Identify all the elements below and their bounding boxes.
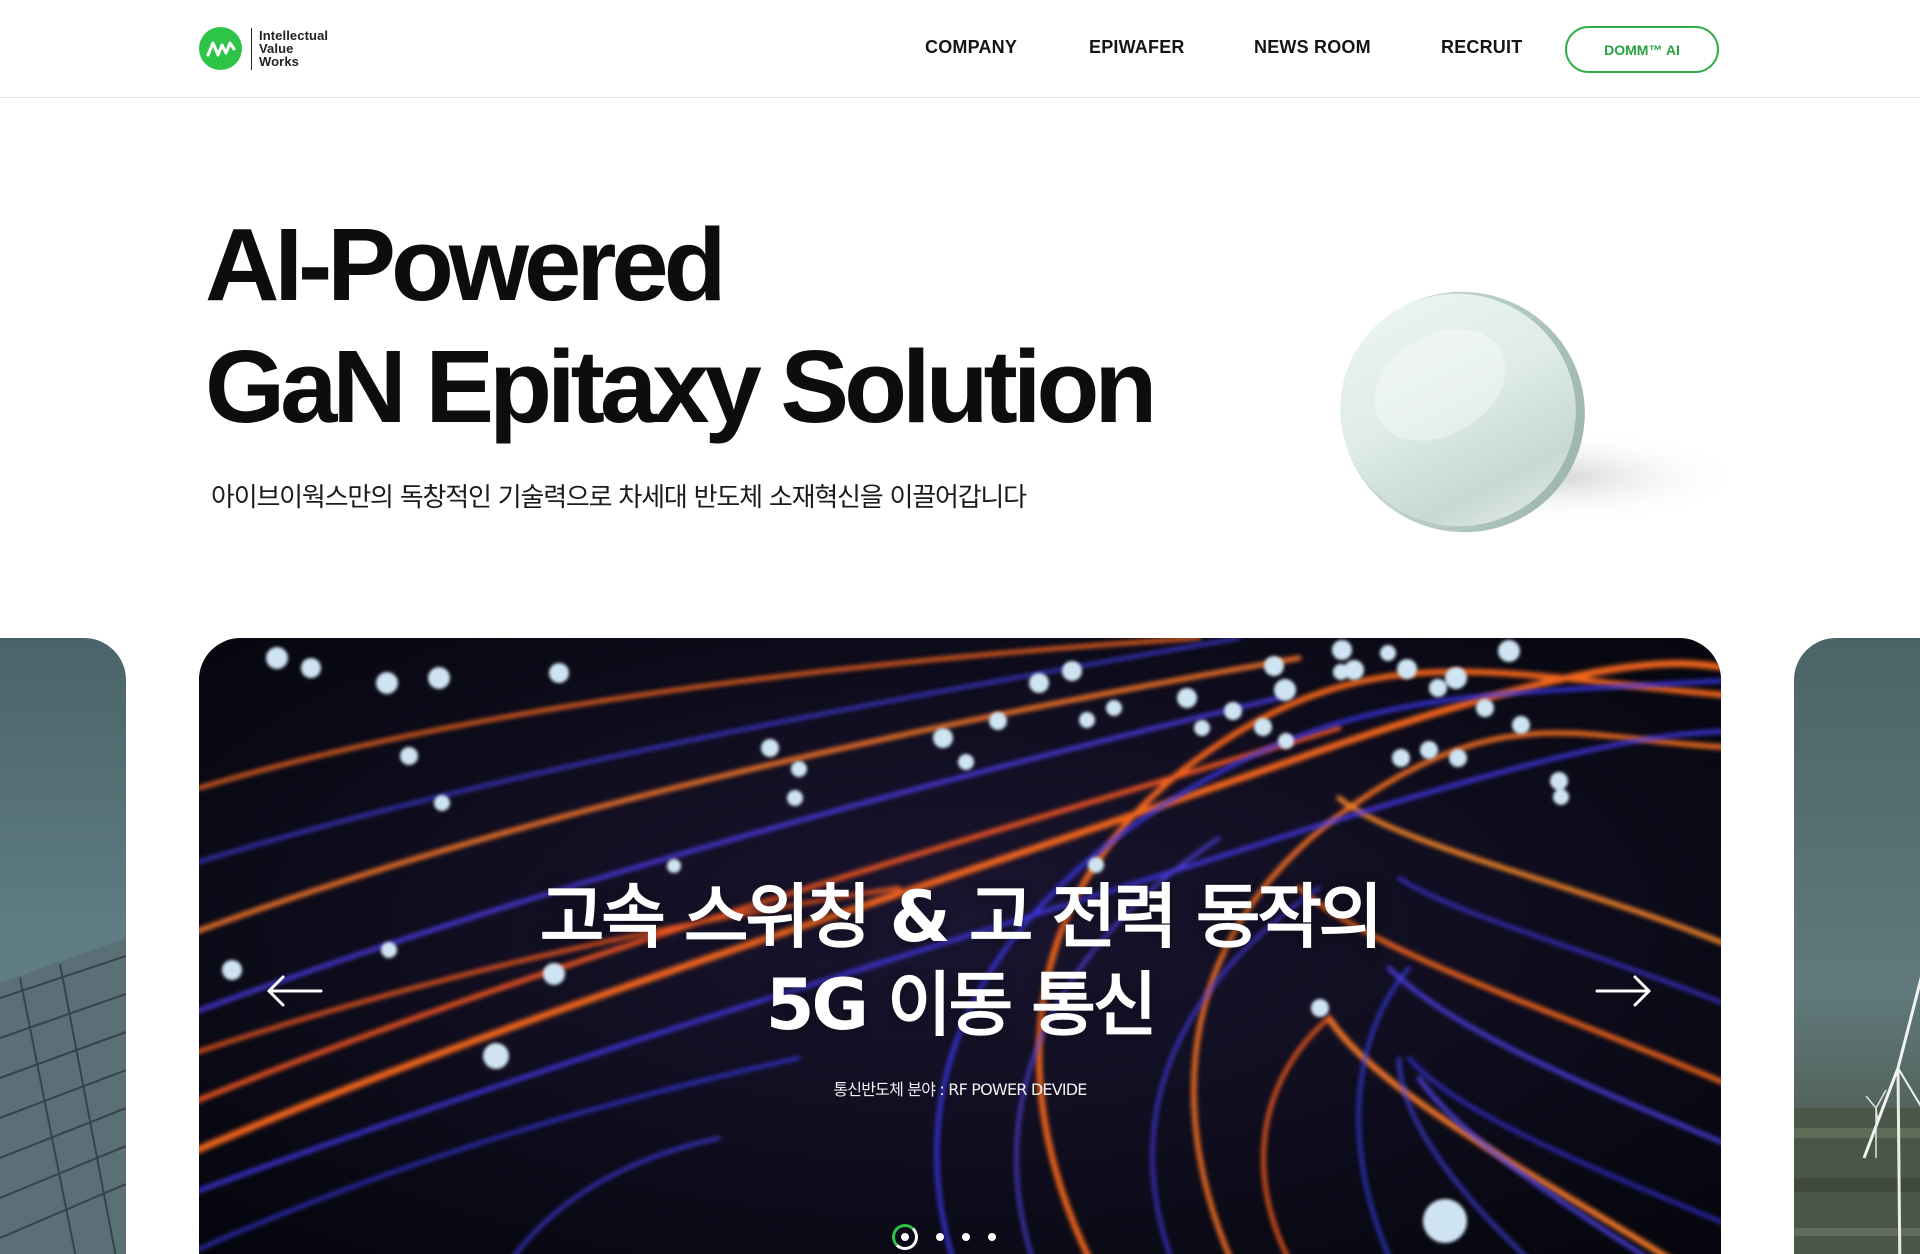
slide-caption: 통신반도체 분야 : RF POWER DEVIDE bbox=[833, 1080, 1087, 1099]
carousel-pagination bbox=[892, 1224, 996, 1250]
nav-epiwafer[interactable]: EPIWAFER bbox=[1089, 37, 1185, 58]
wind-turbine-image bbox=[1794, 976, 1920, 1254]
slide-title-line-2: 5G 이동 통신 bbox=[765, 964, 1158, 1046]
hero-title-line-2: GaN Epitaxy Solution bbox=[205, 329, 1157, 444]
arrow-left-icon bbox=[267, 975, 323, 1007]
hero-subtitle: 아이브이웍스만의 독창적인 기술력으로 차세대 반도체 소재혁신을 이끌어갑니다 bbox=[211, 483, 1027, 513]
site-header: Intellectual Value Works COMPANY EPIWAFE… bbox=[0, 0, 1920, 98]
nav-news-room[interactable]: NEWS ROOM bbox=[1254, 37, 1371, 58]
logo-mark-icon bbox=[199, 27, 242, 70]
nav-company[interactable]: COMPANY bbox=[925, 37, 1017, 58]
carousel-dot-3[interactable] bbox=[962, 1233, 970, 1241]
hero-title-line-1: AI-Powered bbox=[205, 207, 727, 322]
wafer-image bbox=[1340, 291, 1745, 533]
domm-ai-button[interactable]: DOMM™ AI bbox=[1565, 26, 1719, 73]
logo-wordmark: Intellectual Value Works bbox=[259, 29, 328, 68]
logo[interactable]: Intellectual Value Works bbox=[199, 27, 328, 70]
carousel-dot-2[interactable] bbox=[936, 1233, 944, 1241]
hero-title: AI-Powered GaN Epitaxy Solution bbox=[205, 204, 1157, 448]
solar-panel-image bbox=[0, 938, 126, 1254]
next-slide-peek[interactable] bbox=[1794, 638, 1920, 1254]
slide-title: 고속 스위칭 & 고 전력 동작의 5G 이동 통신 bbox=[199, 873, 1721, 1049]
carousel-dot-4[interactable] bbox=[988, 1233, 996, 1241]
nav-recruit[interactable]: RECRUIT bbox=[1441, 37, 1522, 58]
arrow-right-icon bbox=[1595, 975, 1651, 1007]
active-slide: 고속 스위칭 & 고 전력 동작의 5G 이동 통신 통신반도체 분야 : RF… bbox=[199, 638, 1721, 1254]
carousel-next-button[interactable] bbox=[1593, 971, 1653, 1011]
carousel-prev-button[interactable] bbox=[265, 971, 325, 1011]
logo-divider bbox=[251, 27, 252, 70]
carousel-dot-1[interactable] bbox=[892, 1224, 918, 1250]
prev-slide-peek[interactable] bbox=[0, 638, 126, 1254]
logo-line-3: Works bbox=[259, 54, 299, 69]
slide-title-line-1: 고속 스위칭 & 고 전력 동작의 bbox=[539, 876, 1383, 958]
